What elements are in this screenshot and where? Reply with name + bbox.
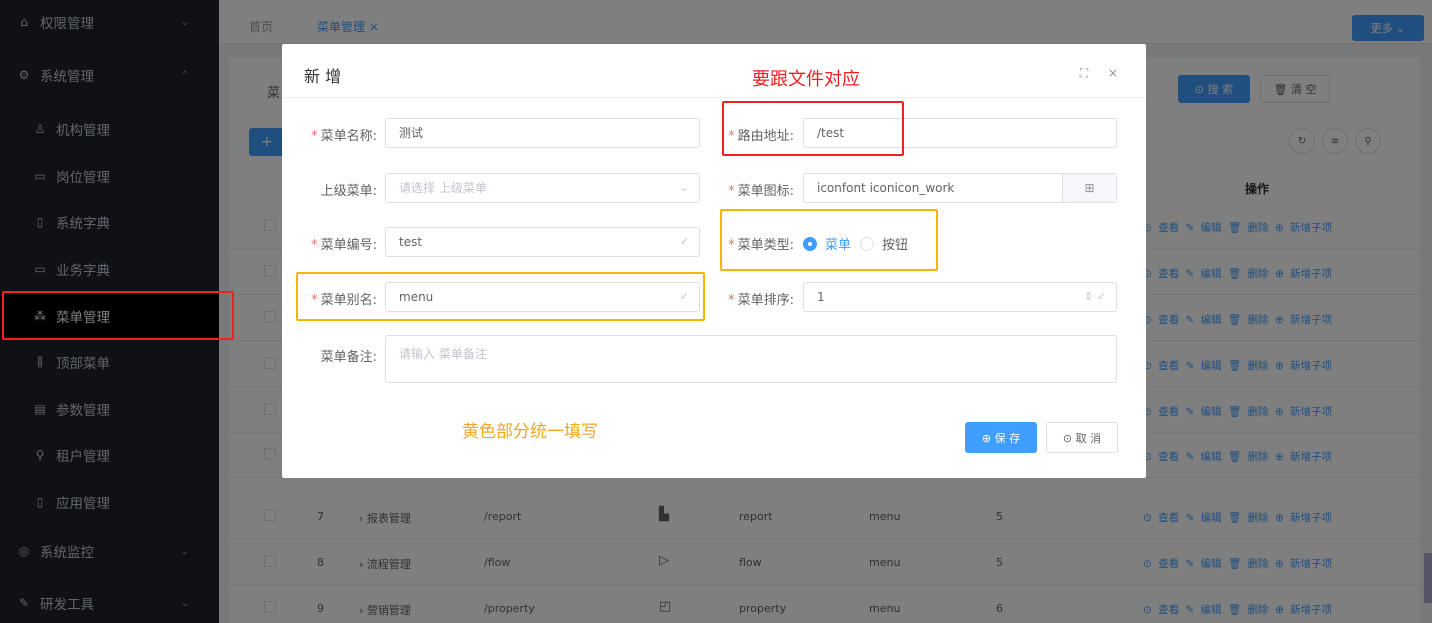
menu-remark-label: 菜单备注: xyxy=(320,350,377,365)
stepper-arrows-icon[interactable]: ⇕ ✓ xyxy=(1084,283,1106,311)
cancel-button[interactable]: ⊙ 取 消 xyxy=(1046,422,1118,453)
scrollbar[interactable] xyxy=(1424,553,1432,603)
menu-remark-textarea[interactable]: 请输入 菜单备注 xyxy=(385,335,1117,383)
annotation-highlight-menu-item xyxy=(2,291,234,340)
annotation-box-menu-alias xyxy=(296,272,705,321)
menu-sort-stepper[interactable]: 1 ⇕ ✓ xyxy=(803,282,1117,312)
save-button[interactable]: ⊕ 保 存 xyxy=(965,422,1037,453)
annotation-red-note: 要跟文件对应 xyxy=(752,69,860,90)
menu-name-input[interactable]: 测试 xyxy=(385,118,700,148)
add-menu-dialog: 新 增 ⛶ × 要跟文件对应 * 菜单名称: 测试 * 路由地址: /test 上级… xyxy=(282,44,1146,478)
divider xyxy=(282,97,1146,98)
dialog-window-controls[interactable]: ⛶ × xyxy=(1080,66,1126,81)
menu-code-label: * 菜单编号: xyxy=(311,238,377,253)
menu-icon-label: * 菜单图标: xyxy=(728,184,794,199)
parent-menu-select[interactable]: 请选择 上级菜单 ⌄ xyxy=(385,173,700,203)
annotation-yellow-note: 黄色部分统一填写 xyxy=(462,422,598,442)
menu-sort-label: * 菜单排序: xyxy=(728,293,794,308)
chevron-down-icon: ⌄ xyxy=(679,181,689,194)
menu-icon-input[interactable]: iconfont iconicon_work ⊞ xyxy=(803,173,1117,203)
check-circle-icon: ✓ xyxy=(679,235,689,248)
parent-menu-label: 上级菜单: xyxy=(320,184,377,199)
annotation-box-route xyxy=(722,101,904,156)
grid-icon[interactable]: ⊞ xyxy=(1062,174,1116,202)
annotation-box-menu-type xyxy=(720,209,938,271)
menu-code-input[interactable]: test ✓ xyxy=(385,227,700,257)
dialog-title: 新 增 xyxy=(304,67,342,86)
menu-name-label: * 菜单名称: xyxy=(311,129,377,144)
